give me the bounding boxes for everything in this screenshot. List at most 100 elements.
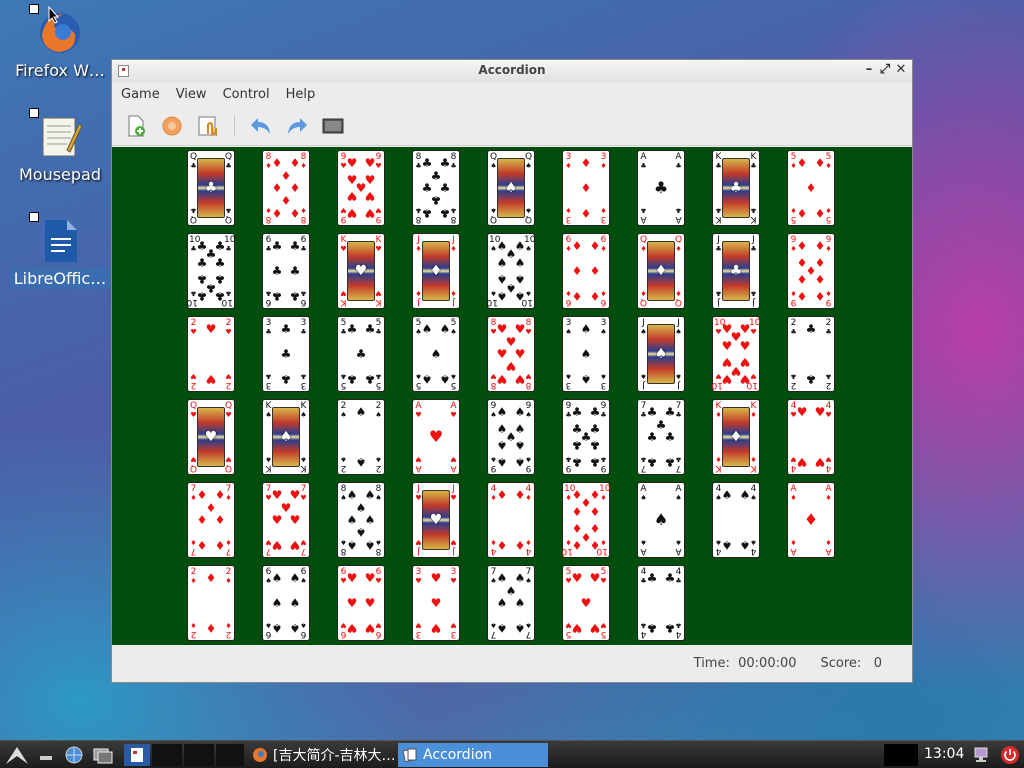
- playing-card[interactable]: 4 ♣ 4 ♣ 4 ♣ 4 ♣ ♣ ♣ ♣ ♣: [637, 565, 685, 641]
- card-rank: 8: [300, 152, 307, 162]
- new-game-button[interactable]: [120, 110, 152, 142]
- playing-card[interactable]: K ♠ K ♠ K ♠ K ♠ ♠: [262, 399, 310, 475]
- playing-card[interactable]: 9 ♣ 9 ♣ 9 ♣ 9 ♣ ♣ ♣ ♣ ♣ ♣ ♣ ♣ ♣ ♣: [562, 399, 610, 475]
- playing-card[interactable]: 7 ♣ 7 ♣ 7 ♣ 7 ♣ ♣ ♣ ♣ ♣ ♣ ♣ ♣: [637, 399, 685, 475]
- playing-card[interactable]: 6 ♠ 6 ♠ 6 ♠ 6 ♠ ♠ ♠ ♠ ♠ ♠ ♠: [262, 565, 310, 641]
- desktop-icon-mousepad[interactable]: Mousepad: [10, 108, 110, 185]
- playing-card[interactable]: 7 ♦ 7 ♦ 7 ♦ 7 ♦ ♦ ♦ ♦ ♦ ♦ ♦ ♦: [187, 482, 235, 558]
- card-corner-index: J ♣: [749, 236, 758, 254]
- playing-card[interactable]: 4 ♥ 4 ♥ 4 ♥ 4 ♥ ♥ ♥ ♥ ♥: [787, 399, 835, 475]
- playing-card[interactable]: A ♥ A ♥ A ♥ A ♥ ♥: [412, 399, 460, 475]
- task-button-accordion[interactable]: Accordion: [398, 743, 548, 767]
- playing-card[interactable]: 5 ♥ 5 ♥ 5 ♥ 5 ♥ ♥ ♥ ♥ ♥ ♥: [562, 565, 610, 641]
- playing-card[interactable]: K ♥ K ♥ K ♥ K ♥ ♥: [337, 233, 385, 309]
- playing-card[interactable]: 6 ♥ 6 ♥ 6 ♥ 6 ♥ ♥ ♥ ♥ ♥ ♥ ♥: [337, 565, 385, 641]
- playing-card[interactable]: 8 ♥ 8 ♥ 8 ♥ 8 ♥ ♥ ♥ ♥ ♥ ♥ ♥ ♥ ♥: [487, 316, 535, 392]
- desktop-icon-libreoffice[interactable]: LibreOffic…: [10, 212, 110, 289]
- playing-card[interactable]: 10 ♥ 10 ♥ 10 ♥ 10 ♥ ♥ ♥ ♥ ♥ ♥ ♥ ♥ ♥ ♥ ♥: [712, 316, 760, 392]
- show-desktop-icon[interactable]: [38, 744, 54, 766]
- card-pip: ♥: [205, 322, 217, 337]
- playing-card[interactable]: 2 ♠ 2 ♠ 2 ♠ 2 ♠ ♠ ♠: [337, 399, 385, 475]
- playing-card[interactable]: 2 ♦ 2 ♦ 2 ♦ 2 ♦ ♦ ♦: [187, 565, 235, 641]
- playing-card[interactable]: 6 ♦ 6 ♦ 6 ♦ 6 ♦ ♦ ♦ ♦ ♦ ♦ ♦: [562, 233, 610, 309]
- playing-card[interactable]: Q ♦ Q ♦ Q ♦ Q ♦ ♦: [637, 233, 685, 309]
- task-button-firefox[interactable]: [吉大简介-吉林大…: [248, 743, 396, 767]
- playing-card[interactable]: Q ♠ Q ♠ Q ♠ Q ♠ ♠: [487, 150, 535, 226]
- playing-card[interactable]: 9 ♥ 9 ♥ 9 ♥ 9 ♥ ♥ ♥ ♥ ♥ ♥ ♥ ♥ ♥ ♥: [337, 150, 385, 226]
- card-rank: 4: [750, 484, 757, 494]
- menu-view[interactable]: View: [171, 87, 212, 102]
- playing-card[interactable]: 7 ♥ 7 ♥ 7 ♥ 7 ♥ ♥ ♥ ♥ ♥ ♥ ♥ ♥: [262, 482, 310, 558]
- power-icon[interactable]: [1000, 744, 1020, 766]
- playing-card[interactable]: Q ♣ Q ♣ Q ♣ Q ♣ ♣: [187, 150, 235, 226]
- restart-button[interactable]: [156, 110, 188, 142]
- desktop-icon-firefox[interactable]: Firefox W…: [10, 4, 110, 81]
- redo-button[interactable]: [281, 110, 313, 142]
- playing-card[interactable]: 10 ♣ 10 ♣ 10 ♣ 10 ♣ ♣ ♣ ♣ ♣ ♣ ♣ ♣ ♣ ♣ ♣: [187, 233, 235, 309]
- playing-card[interactable]: J ♦ J ♦ J ♦ J ♦ ♦: [412, 233, 460, 309]
- workspace-2[interactable]: [152, 744, 182, 766]
- playing-card[interactable]: 9 ♠ 9 ♠ 9 ♠ 9 ♠ ♠ ♠ ♠ ♠ ♠ ♠ ♠ ♠ ♠: [487, 399, 535, 475]
- playing-card[interactable]: 6 ♣ 6 ♣ 6 ♣ 6 ♣ ♣ ♣ ♣ ♣ ♣ ♣: [262, 233, 310, 309]
- window-titlebar[interactable]: Accordion – ⤢ ✕: [112, 60, 912, 82]
- playing-card[interactable]: Q ♥ Q ♥ Q ♥ Q ♥ ♥: [187, 399, 235, 475]
- card-pip: ♠: [496, 454, 508, 469]
- playing-card[interactable]: 3 ♠ 3 ♠ 3 ♠ 3 ♠ ♠ ♠ ♠: [562, 316, 610, 392]
- card-rank: 6: [300, 235, 307, 245]
- playing-card[interactable]: 5 ♣ 5 ♣ 5 ♣ 5 ♣ ♣ ♣ ♣ ♣ ♣: [337, 316, 385, 392]
- court-card-picture: ♦: [722, 407, 750, 467]
- web-browser-icon[interactable]: [64, 744, 84, 766]
- playing-card[interactable]: K ♣ K ♣ K ♣ K ♣ ♣: [712, 150, 760, 226]
- card-pip: ♣: [439, 205, 451, 220]
- card-rank: 3: [450, 629, 457, 639]
- card-rank: Q: [189, 463, 198, 473]
- playing-card[interactable]: 3 ♦ 3 ♦ 3 ♦ 3 ♦ ♦ ♦ ♦: [562, 150, 610, 226]
- close-icon[interactable]: ✕: [894, 62, 908, 77]
- workspace-1[interactable]: [124, 744, 150, 766]
- network-icon[interactable]: [972, 744, 990, 766]
- playing-card[interactable]: J ♠ J ♠ J ♠ J ♠ ♠: [637, 316, 685, 392]
- playing-card[interactable]: 8 ♦ 8 ♦ 8 ♦ 8 ♦ ♦ ♦ ♦ ♦ ♦ ♦ ♦ ♦: [262, 150, 310, 226]
- playing-card[interactable]: 5 ♦ 5 ♦ 5 ♦ 5 ♦ ♦ ♦ ♦ ♦ ♦: [787, 150, 835, 226]
- menu-control[interactable]: Control: [218, 87, 275, 102]
- playing-card[interactable]: 7 ♠ 7 ♠ 7 ♠ 7 ♠ ♠ ♠ ♠ ♠ ♠ ♠ ♠: [487, 565, 535, 641]
- playing-card[interactable]: 8 ♠ 8 ♠ 8 ♠ 8 ♠ ♠ ♠ ♠ ♠ ♠ ♠ ♠ ♠: [337, 482, 385, 558]
- window-list-icon[interactable]: [92, 744, 114, 766]
- menu-help[interactable]: Help: [281, 87, 321, 102]
- playing-card[interactable]: A ♣ A ♣ A ♣ A ♣ ♣: [637, 150, 685, 226]
- playing-card[interactable]: 5 ♠ 5 ♠ 5 ♠ 5 ♠ ♠ ♠ ♠ ♠ ♠: [412, 316, 460, 392]
- undo-button[interactable]: [245, 110, 277, 142]
- maximize-icon[interactable]: ⤢: [878, 62, 892, 77]
- playing-card[interactable]: J ♣ J ♣ J ♣ J ♣ ♣: [712, 233, 760, 309]
- clock[interactable]: 13:04: [924, 746, 964, 762]
- card-corner-index: K ♣: [749, 205, 758, 224]
- hint-button[interactable]: [192, 110, 224, 142]
- card-pip: ♥: [346, 205, 358, 220]
- playing-card[interactable]: 2 ♥ 2 ♥ 2 ♥ 2 ♥ ♥ ♥: [187, 316, 235, 392]
- card-rank: K: [375, 235, 382, 245]
- playing-card[interactable]: 10 ♦ 10 ♦ 10 ♦ 10 ♦ ♦ ♦ ♦ ♦ ♦ ♦ ♦ ♦ ♦ ♦: [562, 482, 610, 558]
- playing-card[interactable]: J ♥ J ♥ J ♥ J ♥ ♥: [412, 482, 460, 558]
- playing-card[interactable]: A ♠ A ♠ A ♠ A ♠ ♠: [637, 482, 685, 558]
- playing-card[interactable]: 9 ♦ 9 ♦ 9 ♦ 9 ♦ ♦ ♦ ♦ ♦ ♦ ♦ ♦ ♦ ♦: [787, 233, 835, 309]
- start-menu-icon[interactable]: [4, 744, 30, 766]
- playing-card[interactable]: 3 ♣ 3 ♣ 3 ♣ 3 ♣ ♣ ♣ ♣: [262, 316, 310, 392]
- court-card-picture: ♠: [497, 158, 525, 218]
- playing-card[interactable]: 3 ♥ 3 ♥ 3 ♥ 3 ♥ ♥ ♥ ♥: [412, 565, 460, 641]
- minimize-icon[interactable]: –: [862, 62, 876, 77]
- playing-card[interactable]: 2 ♣ 2 ♣ 2 ♣ 2 ♣ ♣ ♣: [787, 316, 835, 392]
- playing-card[interactable]: 8 ♣ 8 ♣ 8 ♣ 8 ♣ ♣ ♣ ♣ ♣ ♣ ♣ ♣ ♣: [412, 150, 460, 226]
- workspace-4[interactable]: [216, 744, 244, 766]
- playing-card[interactable]: K ♦ K ♦ K ♦ K ♦ ♦: [712, 399, 760, 475]
- menu-game[interactable]: Game: [116, 87, 165, 102]
- fullscreen-button[interactable]: [317, 110, 349, 142]
- playing-card[interactable]: A ♦ A ♦ A ♦ A ♦ ♦: [787, 482, 835, 558]
- playing-card[interactable]: 4 ♦ 4 ♦ 4 ♦ 4 ♦ ♦ ♦ ♦ ♦: [487, 482, 535, 558]
- accordion-window: Accordion – ⤢ ✕ Game View Control Help Q…: [111, 59, 913, 683]
- court-card-picture: ♥: [422, 490, 450, 550]
- card-pip: ♥: [280, 500, 292, 515]
- playing-card[interactable]: 4 ♠ 4 ♠ 4 ♠ 4 ♠ ♠ ♠ ♠ ♠: [712, 482, 760, 558]
- playing-card[interactable]: 10 ♠ 10 ♠ 10 ♠ 10 ♠ ♠ ♠ ♠ ♠ ♠ ♠ ♠ ♠ ♠ ♠: [487, 233, 535, 309]
- card-pip: ♥: [364, 571, 376, 586]
- workspace-3[interactable]: [184, 744, 214, 766]
